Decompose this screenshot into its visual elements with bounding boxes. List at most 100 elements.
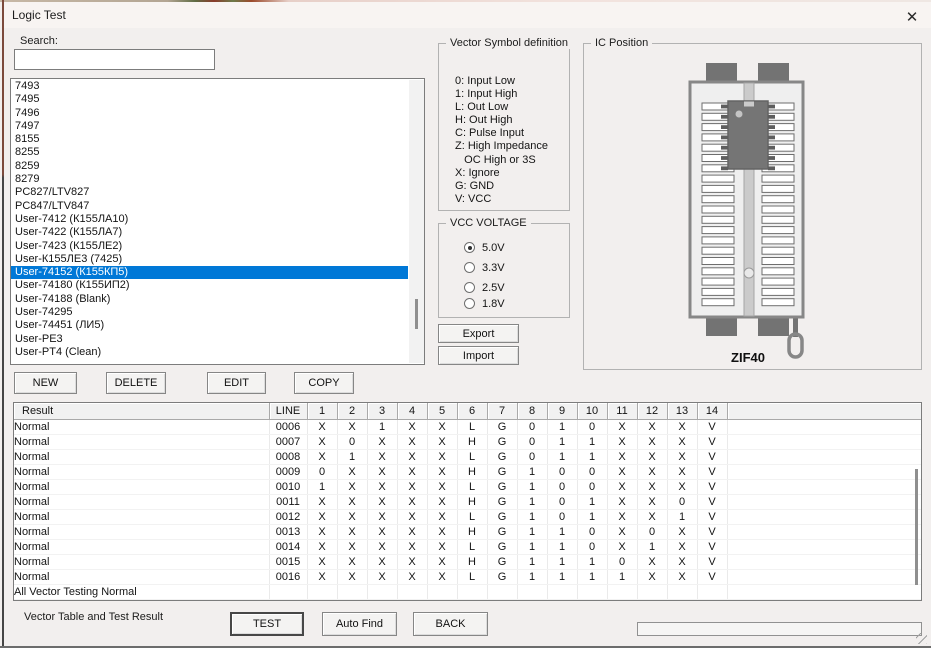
vector-cell: X [367, 434, 398, 450]
vector-cell: X [667, 464, 698, 480]
empty-cell [667, 584, 698, 600]
list-item[interactable]: User-7412 (К155ЛА10) [11, 213, 408, 226]
line-cell: 0014 [269, 539, 308, 555]
column-header-4[interactable]: 4 [397, 403, 428, 420]
list-item[interactable]: 8155 [11, 133, 408, 146]
list-item[interactable]: 8255 [11, 146, 408, 159]
table-row[interactable]: Normal 0008 X 1 X X X L G 0 1 1 X X X V [14, 449, 921, 465]
table-row[interactable]: Normal 0014 X X X X X L G 1 1 0 X 1 X V [14, 539, 921, 555]
list-item[interactable]: 7493 [11, 80, 408, 93]
column-header-14[interactable]: 14 [697, 403, 728, 420]
column-header-7[interactable]: 7 [487, 403, 518, 420]
radio-icon[interactable] [464, 298, 475, 309]
table-row[interactable]: Normal 0007 X 0 X X X H G 0 1 1 X X X V [14, 434, 921, 450]
radio-icon[interactable] [464, 282, 475, 293]
vector-cell: X [607, 539, 638, 555]
filler-cell [727, 434, 921, 450]
copy-button[interactable]: COPY [294, 372, 354, 394]
column-header-10[interactable]: 10 [577, 403, 608, 420]
vector-cell: V [697, 449, 728, 465]
vector-cell: V [697, 539, 728, 555]
list-item[interactable]: 7495 [11, 93, 408, 106]
vector-cell: 0 [517, 449, 548, 465]
column-header-1[interactable]: 1 [307, 403, 338, 420]
vcc-option-1.8V[interactable]: 1.8V [464, 297, 505, 310]
list-item[interactable]: User-74295 [11, 306, 408, 319]
vector-cell: 1 [337, 449, 368, 465]
vector-cell: V [697, 569, 728, 585]
list-item[interactable]: PC827/LTV827 [11, 186, 408, 199]
list-scrollbar-thumb[interactable] [415, 299, 418, 329]
column-header-6[interactable]: 6 [457, 403, 488, 420]
column-header-12[interactable]: 12 [637, 403, 668, 420]
search-input[interactable] [14, 49, 215, 70]
list-item[interactable]: User-74180 (К155ИП2) [11, 279, 408, 292]
vector-table[interactable]: Result LINE 1 2 3 4 5 6 7 8 9 10 11 12 13 14 Normal 0006… [13, 402, 922, 601]
column-header-13[interactable]: 13 [667, 403, 698, 420]
table-row[interactable]: Normal 0013 X X X X X H G 1 1 0 X 0 X V [14, 524, 921, 540]
import-button[interactable]: Import [438, 346, 519, 365]
delete-button[interactable]: DELETE [106, 372, 166, 394]
column-header-2[interactable]: 2 [337, 403, 368, 420]
list-item[interactable]: User-PE3 [11, 333, 408, 346]
column-header-line[interactable]: LINE [269, 403, 308, 420]
result-cell: Normal [14, 569, 270, 585]
vector-cell: 1 [517, 524, 548, 540]
column-header-9[interactable]: 9 [547, 403, 578, 420]
vector-cell: 1 [517, 509, 548, 525]
test-button[interactable]: TEST [230, 612, 304, 636]
vector-symbol-line: H: Out High [455, 114, 513, 127]
close-icon[interactable]: ✕ [900, 5, 924, 29]
vector-cell: X [307, 554, 338, 570]
column-header-3[interactable]: 3 [367, 403, 398, 420]
table-scrollbar-thumb[interactable] [915, 469, 918, 585]
list-item[interactable]: 8259 [11, 160, 408, 173]
chip-list[interactable]: 7493 7495 7496 7497 8155 8255 8259 8279 PC827/LT… [10, 78, 425, 365]
bottom-status-label: Vector Table and Test Result [24, 611, 164, 623]
new-button[interactable]: NEW [14, 372, 77, 394]
edit-button[interactable]: EDIT [207, 372, 266, 394]
table-row[interactable]: Normal 0012 X X X X X L G 1 0 1 X X 1 V [14, 509, 921, 525]
column-header-5[interactable]: 5 [427, 403, 458, 420]
vector-cell: 1 [517, 479, 548, 495]
vector-cell: X [427, 434, 458, 450]
table-row[interactable]: Normal 0011 X X X X X H G 1 0 1 X X 0 V [14, 494, 921, 510]
vcc-option-3.3V[interactable]: 3.3V [464, 261, 505, 274]
vector-cell: G [487, 479, 518, 495]
list-item[interactable]: User-PT4 (Clean) [11, 346, 408, 359]
column-header-result[interactable]: Result [14, 403, 270, 420]
radio-icon[interactable] [464, 242, 475, 253]
list-scrollbar[interactable] [409, 80, 424, 363]
list-item[interactable]: User-7423 (К155ЛЕ2) [11, 240, 408, 253]
radio-icon[interactable] [464, 262, 475, 273]
list-item[interactable]: 7497 [11, 120, 408, 133]
list-item[interactable]: 7496 [11, 107, 408, 120]
auto-find-button[interactable]: Auto Find [322, 612, 397, 636]
export-button[interactable]: Export [438, 324, 519, 343]
column-header-filler[interactable] [727, 403, 921, 420]
vector-cell: X [607, 524, 638, 540]
column-header-11[interactable]: 11 [607, 403, 638, 420]
vector-cell: X [367, 524, 398, 540]
list-item[interactable]: User-К155ЛЕ3 (7425) [11, 253, 408, 266]
vector-cell: X [397, 494, 428, 510]
back-button[interactable]: BACK [413, 612, 488, 636]
table-row[interactable]: Normal 0009 0 X X X X H G 1 0 0 X X X V [14, 464, 921, 480]
list-item[interactable]: User-74451 (ЛИ5) [11, 319, 408, 332]
list-item[interactable]: User-74152 (К155КП5) [11, 266, 408, 280]
table-row[interactable]: Normal 0010 1 X X X X L G 1 0 0 X X X V [14, 479, 921, 495]
table-row[interactable]: Normal 0006 X X 1 X X L G 0 1 0 X X X V [14, 419, 921, 435]
vcc-option-5.0V[interactable]: 5.0V [464, 241, 505, 254]
list-item[interactable]: User-7422 (К155ЛА7) [11, 226, 408, 239]
list-item[interactable]: PC847/LTV847 [11, 200, 408, 213]
list-item[interactable]: 8279 [11, 173, 408, 186]
resize-grip[interactable] [916, 633, 927, 644]
empty-cell [547, 599, 578, 600]
column-header-8[interactable]: 8 [517, 403, 548, 420]
vcc-option-2.5V[interactable]: 2.5V [464, 281, 505, 294]
vcc-option-label: 1.8V [482, 297, 505, 310]
table-row[interactable]: Normal 0016 X X X X X L G 1 1 1 1 X X V [14, 569, 921, 585]
list-item[interactable]: User-74188 (Blank) [11, 293, 408, 306]
vector-cell: X [427, 494, 458, 510]
table-row[interactable]: Normal 0015 X X X X X H G 1 1 1 0 X X V [14, 554, 921, 570]
